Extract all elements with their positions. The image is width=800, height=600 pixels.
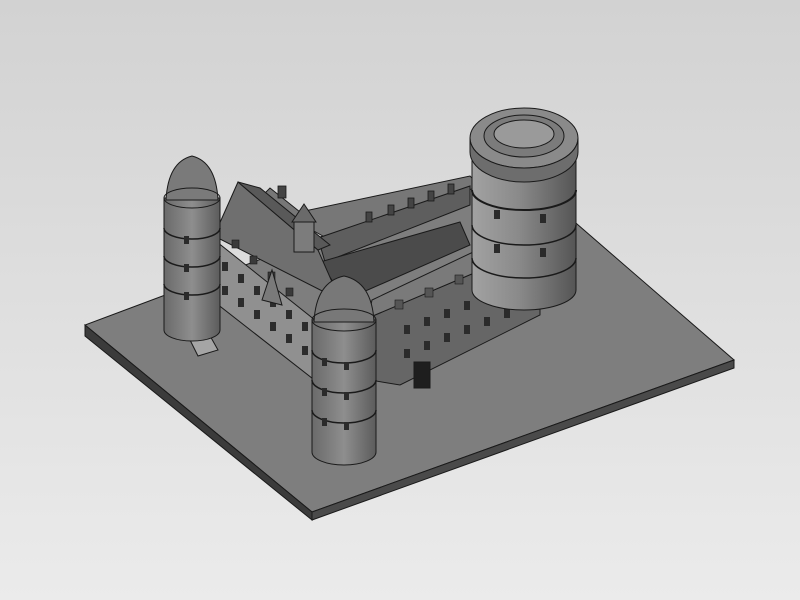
- castle-model-render: [84, 107, 735, 522]
- big-round-tower: [469, 107, 579, 311]
- 3d-viewport[interactable]: [0, 0, 800, 600]
- left-round-tower: [163, 155, 221, 342]
- front-round-tower: [311, 275, 377, 466]
